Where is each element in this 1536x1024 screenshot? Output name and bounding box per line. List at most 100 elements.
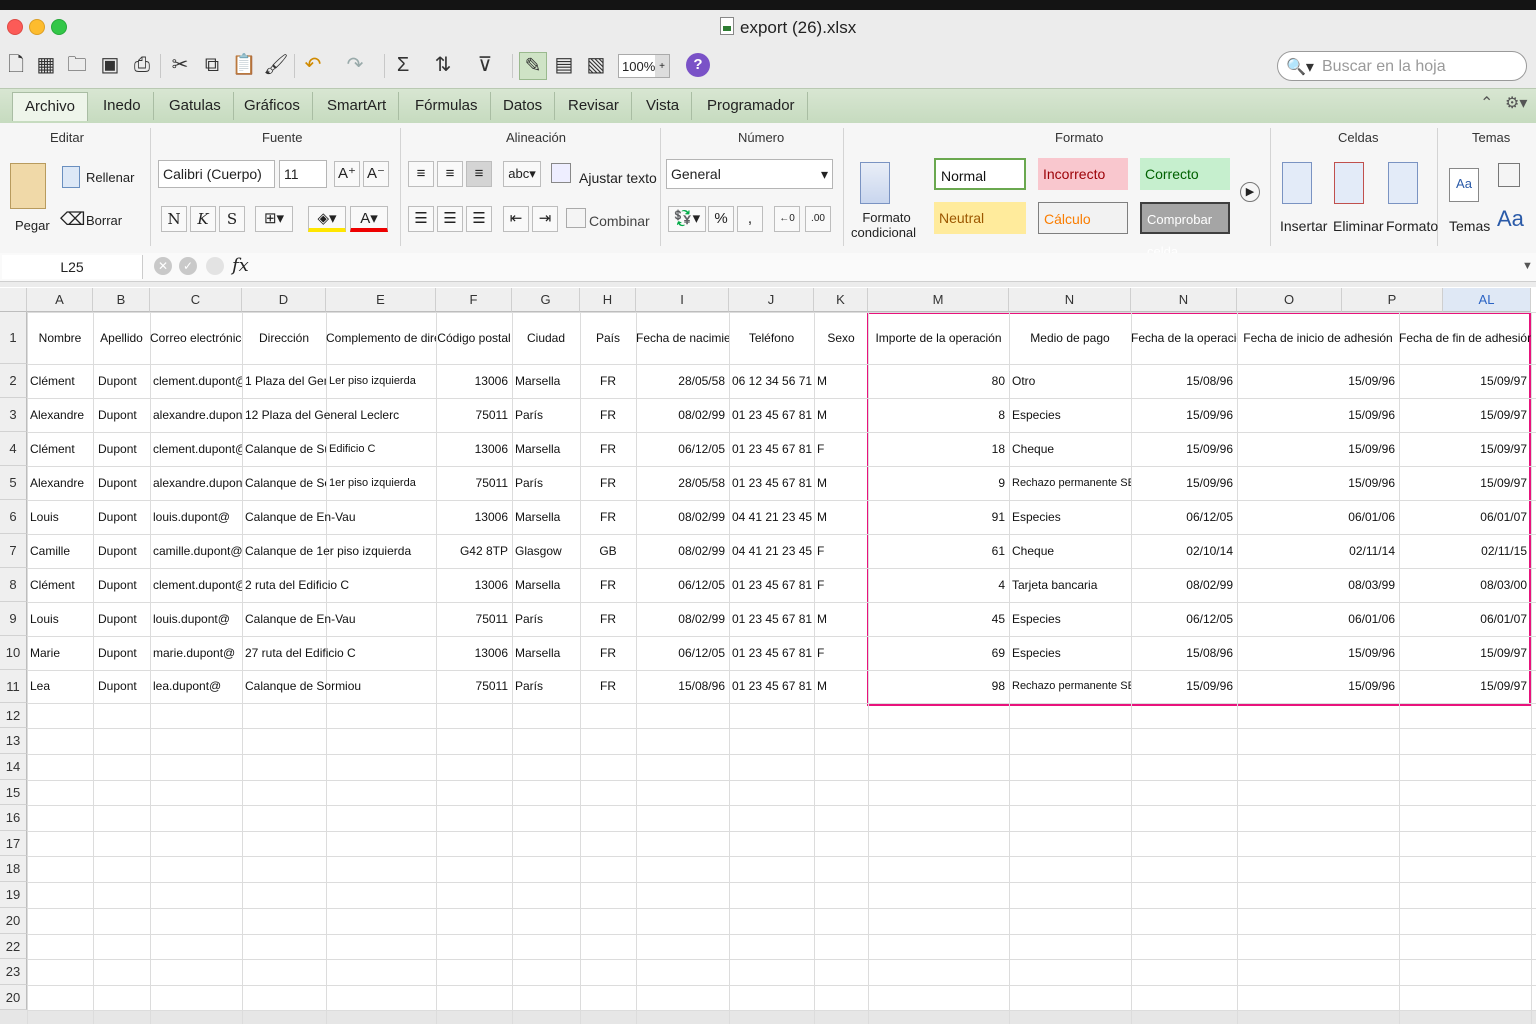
row-header[interactable]: 22 — [0, 934, 27, 959]
row-header[interactable]: 9 — [0, 602, 27, 636]
table-cell[interactable]: Calanque de Sormiou — [242, 466, 326, 500]
select-all-corner[interactable] — [0, 288, 27, 312]
wrap-text-button[interactable]: Ajustar texto — [579, 170, 657, 186]
align-bottom-icon[interactable]: ≡ — [466, 161, 492, 187]
table-cell[interactable]: 15/08/96 — [1131, 636, 1237, 670]
table-cell[interactable]: Especies — [1009, 602, 1131, 636]
italic-button[interactable]: K — [190, 206, 216, 232]
table-cell[interactable]: Marie — [27, 636, 93, 670]
table-cell[interactable]: Marsella — [512, 364, 580, 398]
table-cell[interactable]: M — [814, 602, 868, 636]
table-cell[interactable]: 08/02/99 — [1131, 568, 1237, 602]
column-header[interactable]: M — [868, 288, 1009, 312]
table-cell[interactable]: 02/11/15 — [1399, 534, 1531, 568]
column-header[interactable]: F — [436, 288, 512, 312]
table-cell[interactable]: 45 — [868, 602, 1009, 636]
column-header[interactable]: D — [242, 288, 326, 312]
tab-5[interactable]: Fórmulas — [403, 92, 491, 120]
table-cell[interactable]: 8 — [868, 398, 1009, 432]
table-cell[interactable]: 15/09/96 — [1237, 364, 1399, 398]
table-cell[interactable]: louis.dupont@ — [150, 500, 242, 534]
table-cell[interactable]: louis.dupont@ — [150, 602, 242, 636]
align-right-icon[interactable]: ☰ — [466, 206, 492, 232]
table-cell[interactable]: 1 Plaza del General Leclerc — [242, 364, 326, 398]
align-top-icon[interactable]: ≡ — [408, 161, 434, 187]
print-icon[interactable]: ⎙ — [129, 52, 155, 78]
comma-button[interactable]: , — [737, 206, 763, 232]
table-cell[interactable]: 75011 — [436, 670, 512, 703]
row-header[interactable]: 18 — [0, 856, 27, 882]
table-cell[interactable]: M — [814, 670, 868, 703]
autosum-icon[interactable]: Σ — [390, 52, 416, 78]
style-correcto[interactable]: Correcto — [1140, 158, 1230, 190]
format-button[interactable]: Formato — [1386, 218, 1438, 234]
column-header[interactable]: O — [1237, 288, 1342, 312]
table-cell[interactable]: Otro — [1009, 364, 1131, 398]
row-header[interactable]: 7 — [0, 534, 27, 568]
table-cell[interactable]: Dupont — [93, 432, 150, 466]
copy-icon[interactable]: ⧉ — [199, 52, 225, 78]
table-cell[interactable]: Louis — [27, 500, 93, 534]
save-icon[interactable]: ▣ — [97, 52, 123, 78]
table-cell[interactable]: 75011 — [436, 602, 512, 636]
table-cell[interactable]: 06/01/06 — [1237, 500, 1399, 534]
row-header[interactable]: 13 — [0, 728, 27, 754]
table-cell[interactable]: lea.dupont@ — [150, 670, 242, 703]
tab-2[interactable]: Gatulas — [157, 92, 234, 120]
table-cell[interactable]: 15/09/96 — [1131, 398, 1237, 432]
header-cell[interactable]: Dirección — [242, 312, 326, 364]
table-cell[interactable]: clement.dupont@ — [150, 568, 242, 602]
table-cell[interactable]: Ler piso izquierda — [326, 364, 436, 398]
table-cell[interactable]: 98 — [868, 670, 1009, 703]
font-color-icon[interactable]: A▾ — [350, 206, 388, 232]
table-cell[interactable]: 12 Plaza del General Leclerc — [242, 398, 436, 432]
table-cell[interactable]: 01 23 45 67 81 — [729, 670, 814, 703]
table-cell[interactable]: 15/09/96 — [1131, 670, 1237, 703]
table-cell[interactable]: Clément — [27, 364, 93, 398]
gallery-icon[interactable]: ▤ — [551, 52, 577, 78]
table-cell[interactable]: Dupont — [93, 466, 150, 500]
styles-next-icon[interactable]: ▶ — [1240, 182, 1260, 202]
table-cell[interactable]: Dupont — [93, 568, 150, 602]
table-cell[interactable]: marie.dupont@ — [150, 636, 242, 670]
row-header[interactable]: 1 — [0, 312, 27, 364]
table-cell[interactable]: 06/12/05 — [1131, 602, 1237, 636]
header-cell[interactable]: Código postal — [436, 312, 512, 364]
table-cell[interactable]: Rechazo permanente SEPA — [1009, 466, 1131, 500]
column-header[interactable]: B — [93, 288, 150, 312]
style-neutral[interactable]: Neutral — [934, 202, 1026, 234]
table-cell[interactable]: Clément — [27, 568, 93, 602]
table-cell[interactable]: 27 ruta del Edificio C — [242, 636, 436, 670]
table-cell[interactable]: F — [814, 636, 868, 670]
table-cell[interactable]: 1er piso izquierda — [326, 466, 436, 500]
table-cell[interactable]: 13006 — [436, 636, 512, 670]
align-center-icon[interactable]: ☰ — [437, 206, 463, 232]
column-header[interactable]: C — [150, 288, 242, 312]
table-cell[interactable]: París — [512, 602, 580, 636]
table-cell[interactable]: FR — [580, 568, 636, 602]
table-cell[interactable]: Dupont — [93, 636, 150, 670]
row-header[interactable]: 15 — [0, 780, 27, 805]
table-cell[interactable]: Especies — [1009, 500, 1131, 534]
table-cell[interactable]: París — [512, 670, 580, 703]
table-cell[interactable]: M — [814, 466, 868, 500]
minimize-window-button[interactable] — [29, 19, 45, 35]
table-cell[interactable]: 15/09/97 — [1399, 466, 1531, 500]
table-cell[interactable]: Edificio C — [326, 432, 436, 466]
table-cell[interactable]: Alexandre — [27, 398, 93, 432]
table-cell[interactable]: 15/09/96 — [1237, 432, 1399, 466]
table-cell[interactable]: Dupont — [93, 398, 150, 432]
redo-icon[interactable]: ↷ — [342, 52, 368, 78]
table-cell[interactable]: FR — [580, 636, 636, 670]
table-cell[interactable]: 06/01/07 — [1399, 602, 1531, 636]
table-cell[interactable]: 08/02/99 — [636, 602, 729, 636]
table-cell[interactable]: 04 41 21 23 45 6 — [729, 500, 814, 534]
table-cell[interactable]: Cheque — [1009, 432, 1131, 466]
column-header[interactable]: H — [580, 288, 636, 312]
table-cell[interactable]: Marsella — [512, 500, 580, 534]
row-header[interactable]: 10 — [0, 636, 27, 670]
style-incorrecto[interactable]: Incorrecto — [1038, 158, 1128, 190]
table-cell[interactable]: F — [814, 432, 868, 466]
increase-font-icon[interactable]: A⁺ — [334, 161, 360, 187]
header-cell[interactable]: Fecha de fin de adhesión — [1399, 312, 1531, 364]
